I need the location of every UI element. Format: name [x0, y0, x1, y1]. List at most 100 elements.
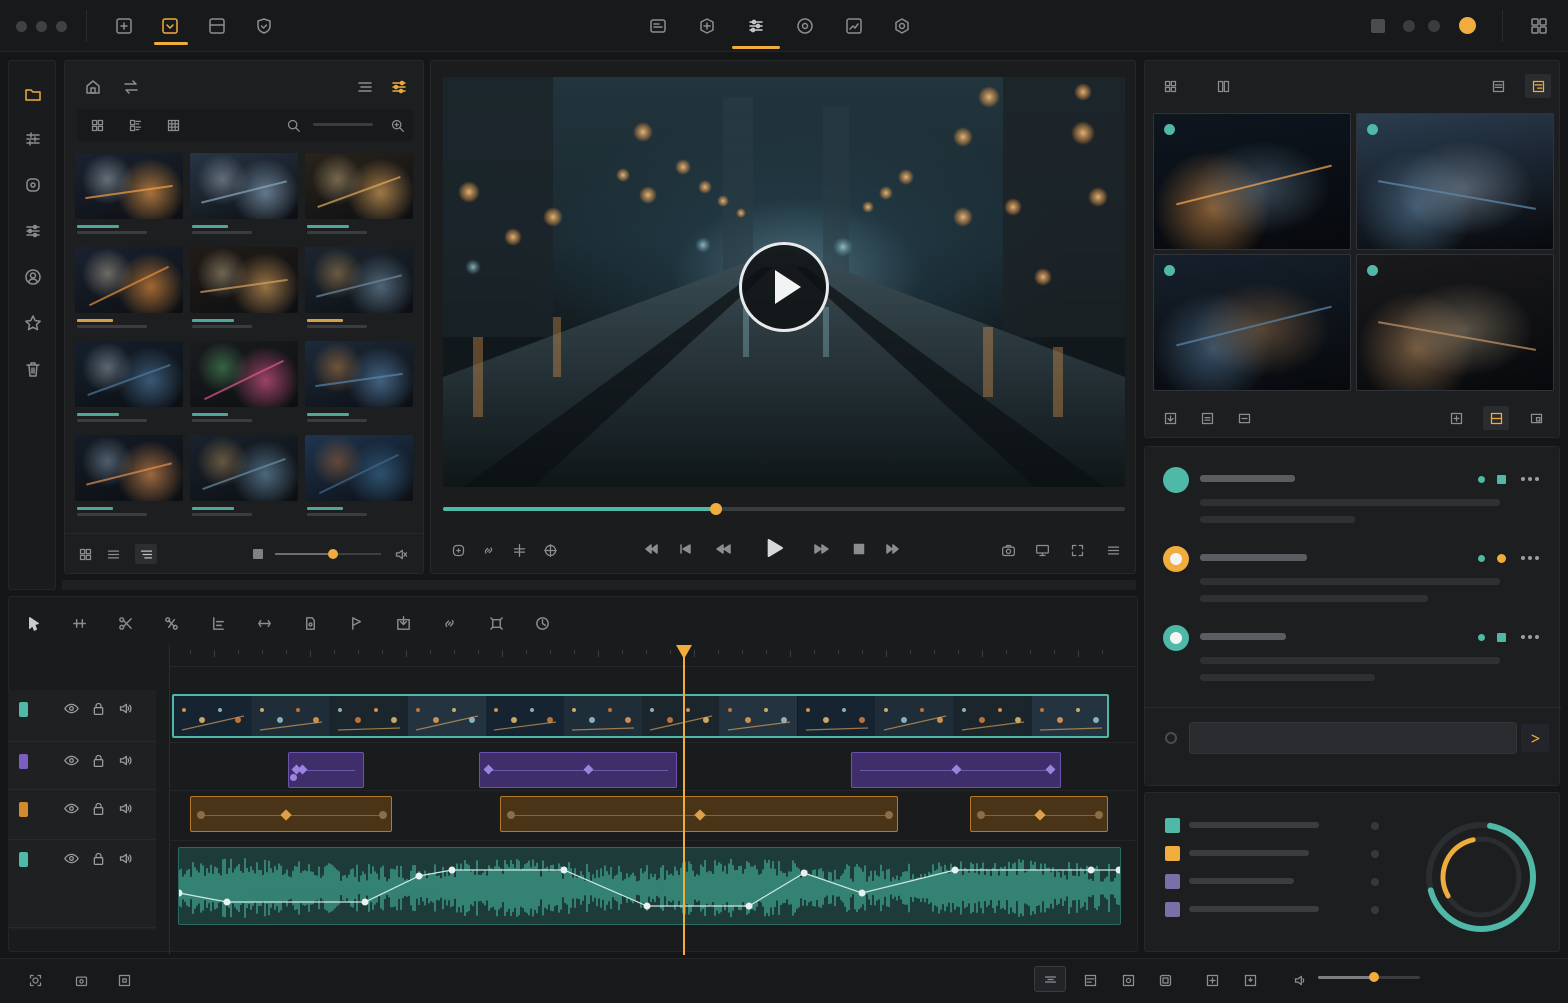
more-options-icon[interactable] — [1521, 552, 1545, 564]
gallery-thumbnail[interactable] — [1356, 113, 1554, 250]
insert-icon[interactable] — [391, 611, 415, 635]
link-icon[interactable] — [477, 539, 499, 561]
compare-icon[interactable] — [1483, 406, 1509, 430]
keyframe-marker[interactable] — [507, 811, 515, 819]
home-icon[interactable] — [81, 75, 105, 99]
window-dot-maximize[interactable] — [56, 21, 67, 32]
gallery-thumbnail[interactable] — [1153, 113, 1351, 250]
download-icon[interactable] — [158, 14, 182, 38]
adjust-icon[interactable] — [744, 14, 768, 38]
selection-dot[interactable] — [1367, 265, 1378, 276]
detail-view-icon[interactable] — [125, 115, 145, 135]
media-thumbnail[interactable] — [75, 341, 183, 427]
gallery-thumbnail[interactable] — [1356, 254, 1554, 391]
speaker-icon[interactable] — [116, 751, 134, 769]
lock-icon[interactable] — [89, 849, 107, 867]
comment-input[interactable] — [1189, 722, 1517, 754]
timeline-view-icon[interactable] — [1034, 966, 1066, 992]
step-back-icon[interactable] — [673, 537, 697, 561]
columns-view-icon[interactable] — [1212, 75, 1234, 97]
caption-box-icon[interactable] — [1233, 407, 1255, 429]
add-frame-icon[interactable] — [1445, 407, 1467, 429]
media-thumbnail[interactable] — [305, 247, 413, 333]
dense-grid-icon[interactable] — [163, 115, 183, 135]
more-options-icon[interactable] — [1521, 631, 1545, 643]
target-icon[interactable] — [539, 539, 561, 561]
media-thumbnail[interactable] — [190, 153, 298, 239]
link-clip-icon[interactable] — [438, 611, 462, 635]
keyframe-marker[interactable] — [951, 764, 962, 775]
volume-slider[interactable] — [1318, 972, 1420, 982]
layout-icon[interactable] — [205, 14, 229, 38]
list-panel-icon[interactable] — [1487, 75, 1509, 97]
scissors-icon[interactable] — [114, 611, 138, 635]
lock-icon[interactable] — [89, 751, 107, 769]
overlay-icon[interactable] — [1154, 969, 1176, 991]
volume-icon[interactable] — [1289, 969, 1311, 991]
keyframe-marker[interactable] — [379, 811, 387, 819]
keyframe-marker[interactable] — [885, 811, 893, 819]
trash-icon[interactable] — [20, 356, 46, 382]
gallery-thumbnail[interactable] — [1153, 254, 1351, 391]
grid-toggle-icon[interactable] — [75, 544, 95, 564]
effects-toggle-icon[interactable] — [447, 539, 469, 561]
effects-icon[interactable] — [695, 14, 719, 38]
selection-dot[interactable] — [1367, 124, 1378, 135]
media-thumbnail[interactable] — [75, 247, 183, 333]
keyframe-marker[interactable] — [1034, 809, 1046, 821]
filter-settings-icon[interactable] — [387, 75, 411, 99]
settings-hex-icon[interactable] — [890, 14, 914, 38]
sliders-icon[interactable] — [20, 126, 46, 152]
effect-clip[interactable] — [479, 752, 677, 788]
zoom-slider-handle[interactable] — [328, 549, 339, 559]
snapshot-icon[interactable] — [997, 539, 1019, 561]
window-dot-close[interactable] — [16, 21, 27, 32]
equalizer-icon[interactable] — [20, 218, 46, 244]
audio-clip[interactable] — [178, 847, 1121, 925]
effect-clip[interactable] — [851, 752, 1061, 788]
window-dot-minimize[interactable] — [36, 21, 47, 32]
eye-icon[interactable] — [62, 699, 80, 717]
search-input[interactable] — [313, 123, 373, 126]
stop-icon[interactable] — [847, 537, 871, 561]
comment-item[interactable] — [1145, 621, 1561, 691]
eye-icon[interactable] — [62, 849, 80, 867]
speed-icon[interactable] — [530, 611, 554, 635]
transfer-icon[interactable] — [119, 75, 143, 99]
keyframe-marker[interactable] — [694, 809, 706, 821]
media-thumbnail[interactable] — [305, 153, 413, 239]
comment-item[interactable] — [1145, 463, 1561, 533]
effect-clip[interactable] — [288, 752, 364, 788]
selection-dot[interactable] — [1164, 124, 1175, 135]
keyframe-clip[interactable] — [190, 796, 392, 832]
chart-icon[interactable] — [842, 14, 866, 38]
keyframe-clip[interactable] — [500, 796, 898, 832]
keyframe-marker[interactable] — [290, 774, 297, 781]
keyframe-marker[interactable] — [977, 811, 985, 819]
play-button[interactable] — [759, 533, 789, 563]
ripple-icon[interactable] — [206, 611, 230, 635]
tag-icon[interactable] — [345, 611, 369, 635]
export-icon[interactable] — [1196, 407, 1218, 429]
media-thumbnail[interactable] — [305, 435, 413, 521]
eye-icon[interactable] — [62, 799, 80, 817]
add-media-icon[interactable] — [112, 14, 136, 38]
trim-icon[interactable] — [67, 611, 91, 635]
video-frame[interactable] — [443, 77, 1125, 487]
comment-item[interactable] — [1145, 542, 1561, 612]
skip-forward-icon[interactable] — [881, 537, 905, 561]
fast-forward-icon[interactable] — [809, 537, 833, 561]
user-icon[interactable] — [20, 264, 46, 290]
panel-splitter[interactable] — [62, 580, 1136, 590]
video-clip[interactable] — [172, 694, 1109, 738]
send-icon[interactable] — [1521, 724, 1549, 752]
crop-icon[interactable] — [113, 969, 135, 991]
record-icon[interactable] — [20, 172, 46, 198]
playhead-handle[interactable] — [675, 645, 692, 659]
grid-view-icon[interactable] — [87, 115, 107, 135]
pip-icon[interactable] — [1525, 407, 1547, 429]
shield-check-icon[interactable] — [252, 14, 276, 38]
camera-roll-icon[interactable] — [70, 969, 92, 991]
media-thumbnail[interactable] — [190, 341, 298, 427]
attach-icon[interactable] — [1165, 732, 1177, 744]
